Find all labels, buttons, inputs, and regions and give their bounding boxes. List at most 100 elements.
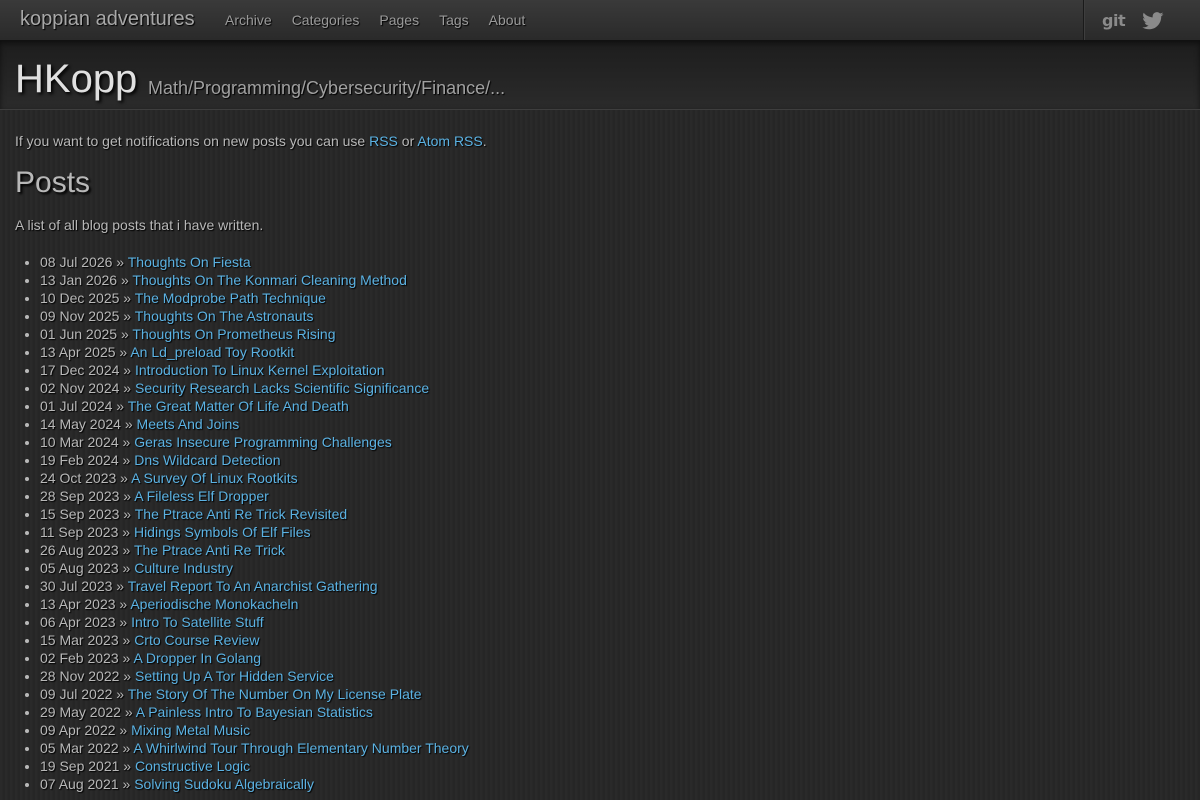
post-link[interactable]: Solving Sudoku Algebraically — [134, 776, 314, 792]
post-date: 19 Feb 2024 — [40, 452, 119, 468]
post-date: 28 Sep 2023 — [40, 488, 120, 504]
post-separator: » — [123, 362, 132, 378]
social-links: git — [1083, 0, 1200, 40]
nav-categories-link[interactable]: Categories — [282, 12, 370, 28]
post-separator: » — [116, 686, 125, 702]
post-date: 05 Aug 2023 — [40, 560, 119, 576]
post-link[interactable]: Security Research Lacks Scientific Signi… — [135, 380, 429, 396]
post-date: 28 Nov 2022 — [40, 668, 120, 684]
post-link[interactable]: Hidings Symbols Of Elf Files — [134, 524, 311, 540]
post-list-item: 19 Sep 2021 » Constructive Logic — [40, 757, 1185, 775]
post-list-item: 19 Feb 2024 » Dns Wildcard Detection — [40, 451, 1185, 469]
post-date: 09 Apr 2022 — [40, 722, 116, 738]
post-separator: » — [122, 740, 131, 756]
post-link[interactable]: Constructive Logic — [135, 758, 250, 774]
git-icon[interactable]: git — [1102, 11, 1126, 30]
notification-text: If you want to get notifications on new … — [15, 133, 1185, 149]
post-list-item: 13 Apr 2025 » An Ld_preload Toy Rootkit — [40, 343, 1185, 361]
post-link[interactable]: Crto Course Review — [134, 632, 259, 648]
post-link[interactable]: Mixing Metal Music — [131, 722, 250, 738]
post-list-item: 15 Sep 2023 » The Ptrace Anti Re Trick R… — [40, 505, 1185, 523]
post-separator: » — [123, 668, 132, 684]
post-list-item: 01 Jul 2024 » The Great Matter Of Life A… — [40, 397, 1185, 415]
post-separator: » — [119, 596, 128, 612]
notification-prefix: If you want to get notifications on new … — [15, 133, 366, 149]
post-list-item: 01 Jun 2025 » Thoughts On Prometheus Ris… — [40, 325, 1185, 343]
post-separator: » — [116, 254, 125, 270]
post-separator: » — [124, 704, 133, 720]
post-link[interactable]: The Ptrace Anti Re Trick — [134, 542, 285, 558]
post-list-item: 13 Apr 2023 » Aperiodische Monokacheln — [40, 595, 1185, 613]
post-date: 29 May 2022 — [40, 704, 121, 720]
post-link[interactable]: The Ptrace Anti Re Trick Revisited — [135, 506, 347, 522]
post-list-item: 14 May 2024 » Meets And Joins — [40, 415, 1185, 433]
post-list-item: 26 Aug 2023 » The Ptrace Anti Re Trick — [40, 541, 1185, 559]
post-date: 10 Dec 2025 — [40, 290, 120, 306]
post-date: 19 Sep 2021 — [40, 758, 120, 774]
main-content: If you want to get notifications on new … — [15, 110, 1185, 793]
nav-links: Archive Categories Pages Tags About — [215, 0, 535, 40]
post-date: 05 Mar 2022 — [40, 740, 119, 756]
post-date: 26 Aug 2023 — [40, 542, 119, 558]
post-link[interactable]: Intro To Satellite Stuff — [131, 614, 264, 630]
post-link[interactable]: A Fileless Elf Dropper — [134, 488, 269, 504]
post-date: 15 Mar 2023 — [40, 632, 119, 648]
post-link[interactable]: Travel Report To An Anarchist Gathering — [128, 578, 378, 594]
post-link[interactable]: The Great Matter Of Life And Death — [128, 398, 349, 414]
post-link[interactable]: Thoughts On The Astronauts — [135, 308, 314, 324]
twitter-icon[interactable] — [1142, 12, 1164, 30]
post-date: 30 Jul 2023 — [40, 578, 113, 594]
post-list-item: 09 Jul 2022 » The Story Of The Number On… — [40, 685, 1185, 703]
post-separator: » — [122, 542, 131, 558]
post-separator: » — [120, 272, 129, 288]
rss-link[interactable]: RSS — [369, 133, 398, 149]
post-separator: » — [119, 614, 128, 630]
post-separator: » — [122, 434, 131, 450]
post-separator: » — [122, 560, 131, 576]
post-link[interactable]: Aperiodische Monokacheln — [130, 596, 298, 612]
post-link[interactable]: The Modprobe Path Technique — [135, 290, 326, 306]
post-date: 01 Jul 2024 — [40, 398, 113, 414]
post-separator: » — [122, 632, 131, 648]
post-date: 13 Jan 2026 — [40, 272, 118, 288]
post-link[interactable]: The Story Of The Number On My License Pl… — [128, 686, 422, 702]
post-separator: » — [120, 470, 128, 486]
site-header: HKopp Math/Programming/Cybersecurity/Fin… — [0, 41, 1200, 110]
atom-rss-link[interactable]: Atom RSS — [417, 133, 482, 149]
post-separator: » — [123, 290, 132, 306]
nav-tags-link[interactable]: Tags — [429, 12, 479, 28]
top-navbar: koppian adventures Archive Categories Pa… — [0, 0, 1200, 41]
post-link[interactable]: A Painless Intro To Bayesian Statistics — [136, 704, 373, 720]
post-link[interactable]: Setting Up A Tor Hidden Service — [135, 668, 334, 684]
post-link[interactable]: Thoughts On The Konmari Cleaning Method — [132, 272, 406, 288]
post-list-item: 30 Jul 2023 » Travel Report To An Anarch… — [40, 577, 1185, 595]
brand-link[interactable]: koppian adventures — [20, 8, 195, 31]
post-link[interactable]: Dns Wildcard Detection — [134, 452, 280, 468]
post-list: 08 Jul 2026 » Thoughts On Fiesta13 Jan 2… — [15, 253, 1185, 793]
post-separator: » — [123, 506, 132, 522]
post-link[interactable]: An Ld_preload Toy Rootkit — [130, 344, 294, 360]
nav-archive-link[interactable]: Archive — [215, 12, 282, 28]
post-link[interactable]: Geras Insecure Programming Challenges — [134, 434, 392, 450]
post-separator: » — [122, 776, 131, 792]
post-link[interactable]: A Dropper In Golang — [133, 650, 261, 666]
post-link[interactable]: Thoughts On Prometheus Rising — [132, 326, 335, 342]
post-date: 13 Apr 2025 — [40, 344, 116, 360]
post-link[interactable]: Introduction To Linux Kernel Exploitatio… — [135, 362, 385, 378]
post-date: 01 Jun 2025 — [40, 326, 118, 342]
post-date: 08 Jul 2026 — [40, 254, 113, 270]
post-link[interactable]: Meets And Joins — [137, 416, 240, 432]
post-list-item: 29 May 2022 » A Painless Intro To Bayesi… — [40, 703, 1185, 721]
post-link[interactable]: Thoughts On Fiesta — [128, 254, 251, 270]
post-list-item: 09 Nov 2025 » Thoughts On The Astronauts — [40, 307, 1185, 325]
post-link[interactable]: A Whirlwind Tour Through Elementary Numb… — [133, 740, 468, 756]
site-subtitle: Math/Programming/Cybersecurity/Finance/.… — [148, 78, 506, 98]
post-date: 09 Jul 2022 — [40, 686, 113, 702]
nav-pages-link[interactable]: Pages — [369, 12, 429, 28]
post-list-item: 08 Jul 2026 » Thoughts On Fiesta — [40, 253, 1185, 271]
nav-about-link[interactable]: About — [479, 12, 536, 28]
post-link[interactable]: Culture Industry — [134, 560, 233, 576]
post-list-item: 02 Feb 2023 » A Dropper In Golang — [40, 649, 1185, 667]
post-link[interactable]: A Survey Of Linux Rootkits — [131, 470, 298, 486]
post-separator: » — [124, 416, 133, 432]
